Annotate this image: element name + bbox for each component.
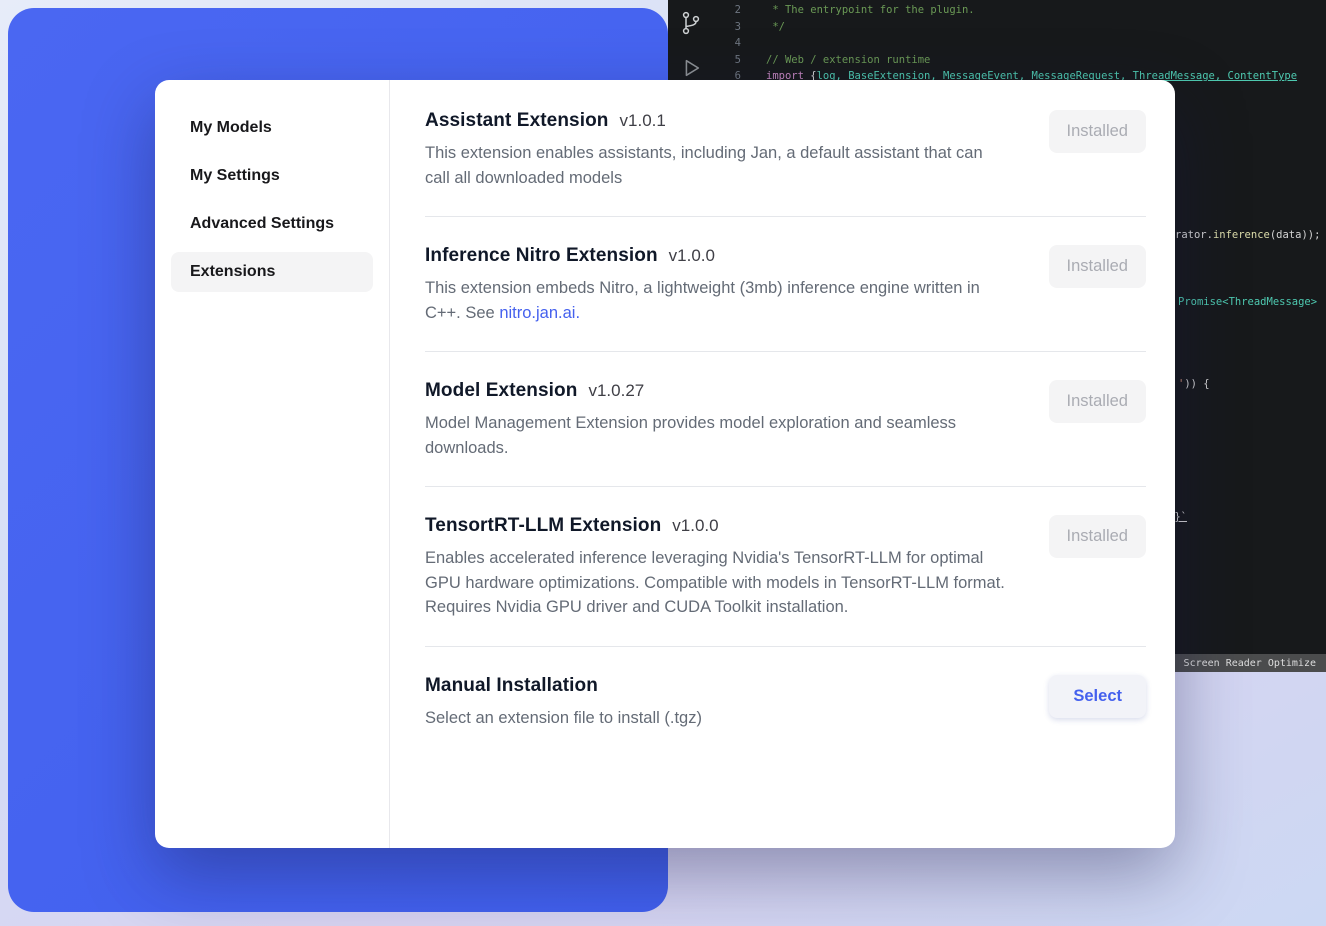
extension-description: Enables accelerated inference leveraging… <box>425 546 1010 620</box>
screen-reader-badge[interactable]: Screen Reader Optimize <box>1174 654 1326 672</box>
extension-description: This extension enables assistants, inclu… <box>425 141 1010 190</box>
extension-version: v1.0.1 <box>620 111 666 131</box>
sidebar-item-my-models[interactable]: My Models <box>171 108 373 148</box>
settings-modal: My Models My Settings Advanced Settings … <box>155 80 1175 848</box>
extension-row-assistant: Assistant Extension v1.0.1 This extensio… <box>425 80 1146 217</box>
code-line: 4 <box>668 35 1326 52</box>
code-fragment: rator.inference(data)); <box>1175 229 1320 241</box>
extension-info: TensortRT-LLM Extension v1.0.0 Enables a… <box>425 515 1010 620</box>
extension-row-inference-nitro: Inference Nitro Extension v1.0.0 This ex… <box>425 217 1146 352</box>
extension-header: TensortRT-LLM Extension v1.0.0 <box>425 515 1010 537</box>
extension-title: Model Extension <box>425 380 577 402</box>
extension-info: Model Extension v1.0.27 Model Management… <box>425 380 1010 460</box>
code-line: 5 // Web / extension runtime <box>668 52 1326 69</box>
extension-description: Model Management Extension provides mode… <box>425 411 1010 460</box>
settings-sidebar: My Models My Settings Advanced Settings … <box>155 80 390 848</box>
extension-header: Inference Nitro Extension v1.0.0 <box>425 245 1010 267</box>
extension-version: v1.0.27 <box>588 381 644 401</box>
extension-title: TensortRT-LLM Extension <box>425 515 661 537</box>
code-text: // Web / extension runtime <box>766 52 930 69</box>
installed-button[interactable]: Installed <box>1049 515 1146 558</box>
installed-button[interactable]: Installed <box>1049 245 1146 288</box>
extension-description: Select an extension file to install (.tg… <box>425 706 702 731</box>
code-line: 3 */ <box>668 19 1326 36</box>
code-text: */ <box>766 19 785 36</box>
select-file-button[interactable]: Select <box>1049 675 1146 718</box>
installed-button[interactable]: Installed <box>1049 110 1146 153</box>
extension-info: Manual Installation Select an extension … <box>425 675 702 731</box>
sidebar-item-extensions[interactable]: Extensions <box>171 252 373 292</box>
extension-title: Assistant Extension <box>425 110 609 132</box>
sidebar-item-my-settings[interactable]: My Settings <box>171 156 373 196</box>
extension-row-manual-installation: Manual Installation Select an extension … <box>425 647 1146 757</box>
extension-info: Assistant Extension v1.0.1 This extensio… <box>425 110 1010 190</box>
extension-header: Assistant Extension v1.0.1 <box>425 110 1010 132</box>
code-fragment: ')) { <box>1178 378 1210 390</box>
extension-row-tensorrt-llm: TensortRT-LLM Extension v1.0.0 Enables a… <box>425 487 1146 647</box>
editor-code-area: 2 * The entrypoint for the plugin. 3 */ … <box>668 2 1326 85</box>
extension-version: v1.0.0 <box>672 516 718 536</box>
code-fragment: Promise<ThreadMessage> <box>1178 296 1317 308</box>
extension-info: Inference Nitro Extension v1.0.0 This ex… <box>425 245 1010 325</box>
line-number: 4 <box>668 35 741 52</box>
nitro-jan-ai-link[interactable]: nitro.jan.ai. <box>499 304 580 322</box>
extension-title: Inference Nitro Extension <box>425 245 658 267</box>
extension-header: Model Extension v1.0.27 <box>425 380 1010 402</box>
extension-description: This extension embeds Nitro, a lightweig… <box>425 276 1010 325</box>
extension-header: Manual Installation <box>425 675 702 697</box>
installed-button[interactable]: Installed <box>1049 380 1146 423</box>
desktop-background: 2 * The entrypoint for the plugin. 3 */ … <box>0 0 1326 926</box>
extension-row-model: Model Extension v1.0.27 Model Management… <box>425 352 1146 487</box>
extension-version: v1.0.0 <box>669 246 715 266</box>
extension-title: Manual Installation <box>425 675 598 697</box>
line-number: 5 <box>668 52 741 69</box>
line-number: 3 <box>668 19 741 36</box>
sidebar-item-advanced-settings[interactable]: Advanced Settings <box>171 204 373 244</box>
line-number: 2 <box>668 2 741 19</box>
code-text: * The entrypoint for the plugin. <box>766 2 975 19</box>
extensions-list: Assistant Extension v1.0.1 This extensio… <box>390 80 1175 848</box>
code-line: 2 * The entrypoint for the plugin. <box>668 2 1326 19</box>
